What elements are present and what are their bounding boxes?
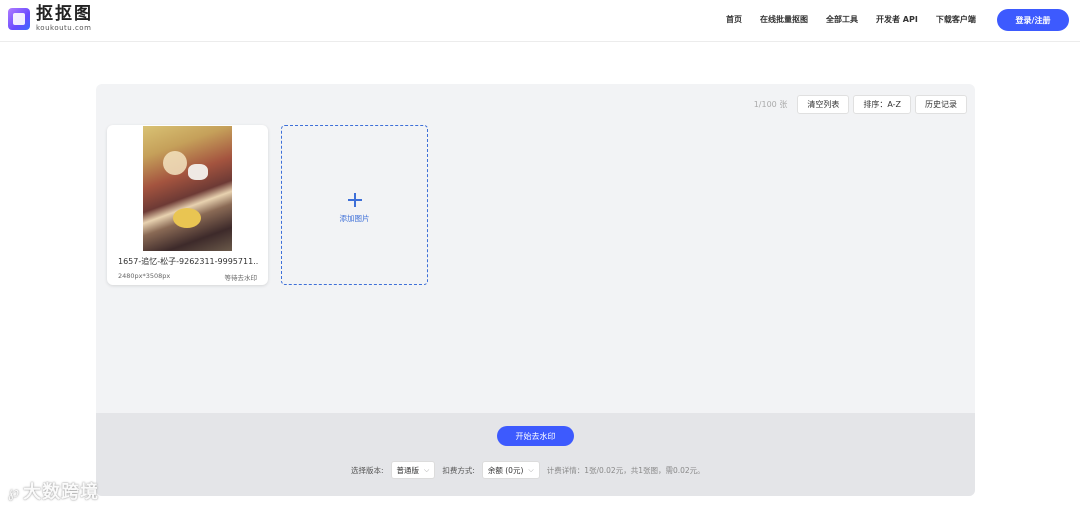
nav-download-client[interactable]: 下载客户端 [936, 14, 976, 25]
nav-all-tools[interactable]: 全部工具 [826, 14, 858, 25]
plus-icon [348, 193, 362, 207]
action-footer: 开始去水印 选择版本: 普通版 ⌵ 扣费方式: 余额 (0元) ⌵ 计费详情：1… [96, 413, 975, 496]
version-label: 选择版本: [351, 465, 384, 475]
add-image-dropzone[interactable]: 添加图片 [281, 125, 428, 285]
billing-detail: 计费详情：1张/0.02元，共1张图，需0.02元。 [546, 465, 705, 475]
history-button[interactable]: 历史记录 [915, 95, 967, 114]
payment-label: 扣费方式: [442, 465, 475, 475]
watermark-overlay: ℘ 大数跨境 [8, 478, 99, 504]
main-nav: 首页 在线批量抠图 全部工具 开发者 API 下载客户端 [726, 14, 994, 25]
watermark-logo-icon: ℘ [8, 481, 20, 501]
version-select[interactable]: 普通版 ⌵ [390, 461, 436, 479]
nav-home[interactable]: 首页 [726, 14, 742, 25]
chevron-down-icon: ⌵ [528, 465, 534, 474]
nav-batch-cutout[interactable]: 在线批量抠图 [760, 14, 808, 25]
options-row: 选择版本: 普通版 ⌵ 扣费方式: 余额 (0元) ⌵ 计费详情：1张/0.02… [351, 461, 705, 479]
image-status: 等待去水印 [224, 274, 258, 282]
image-dimensions: 2480px*3508px [118, 272, 171, 280]
list-toolbar: 1/100 张 清空列表 排序：A-Z 历史记录 [754, 95, 967, 114]
image-filename: 1657-追忆-松子-9262311-9995711... [118, 257, 258, 266]
login-register-button[interactable]: 登录/注册 [997, 9, 1069, 31]
sort-button[interactable]: 排序：A-Z [853, 95, 911, 114]
chevron-down-icon: ⌵ [424, 465, 430, 474]
payment-select[interactable]: 余额 (0元) ⌵ [481, 461, 540, 479]
logo-title: 抠抠图 [36, 4, 93, 24]
clear-list-button[interactable]: 清空列表 [797, 95, 850, 114]
logo-icon [8, 8, 30, 30]
nav-developer-api[interactable]: 开发者 API [876, 14, 918, 25]
image-card[interactable]: 1657-追忆-松子-9262311-9995711... 2480px*350… [107, 125, 268, 285]
start-remove-watermark-button[interactable]: 开始去水印 [497, 426, 574, 446]
add-image-label: 添加图片 [339, 214, 370, 223]
logo[interactable]: 抠抠图 koukoutu.com [8, 6, 93, 32]
logo-domain: koukoutu.com [36, 24, 92, 32]
upload-panel: 1/100 张 清空列表 排序：A-Z 历史记录 1657-追忆-松子-9262… [96, 84, 975, 496]
top-header: 抠抠图 koukoutu.com 首页 在线批量抠图 全部工具 开发者 API … [0, 0, 1080, 42]
watermark-text: 大数跨境 [23, 482, 100, 503]
image-count: 1/100 张 [753, 100, 788, 109]
image-thumbnail [143, 126, 232, 251]
